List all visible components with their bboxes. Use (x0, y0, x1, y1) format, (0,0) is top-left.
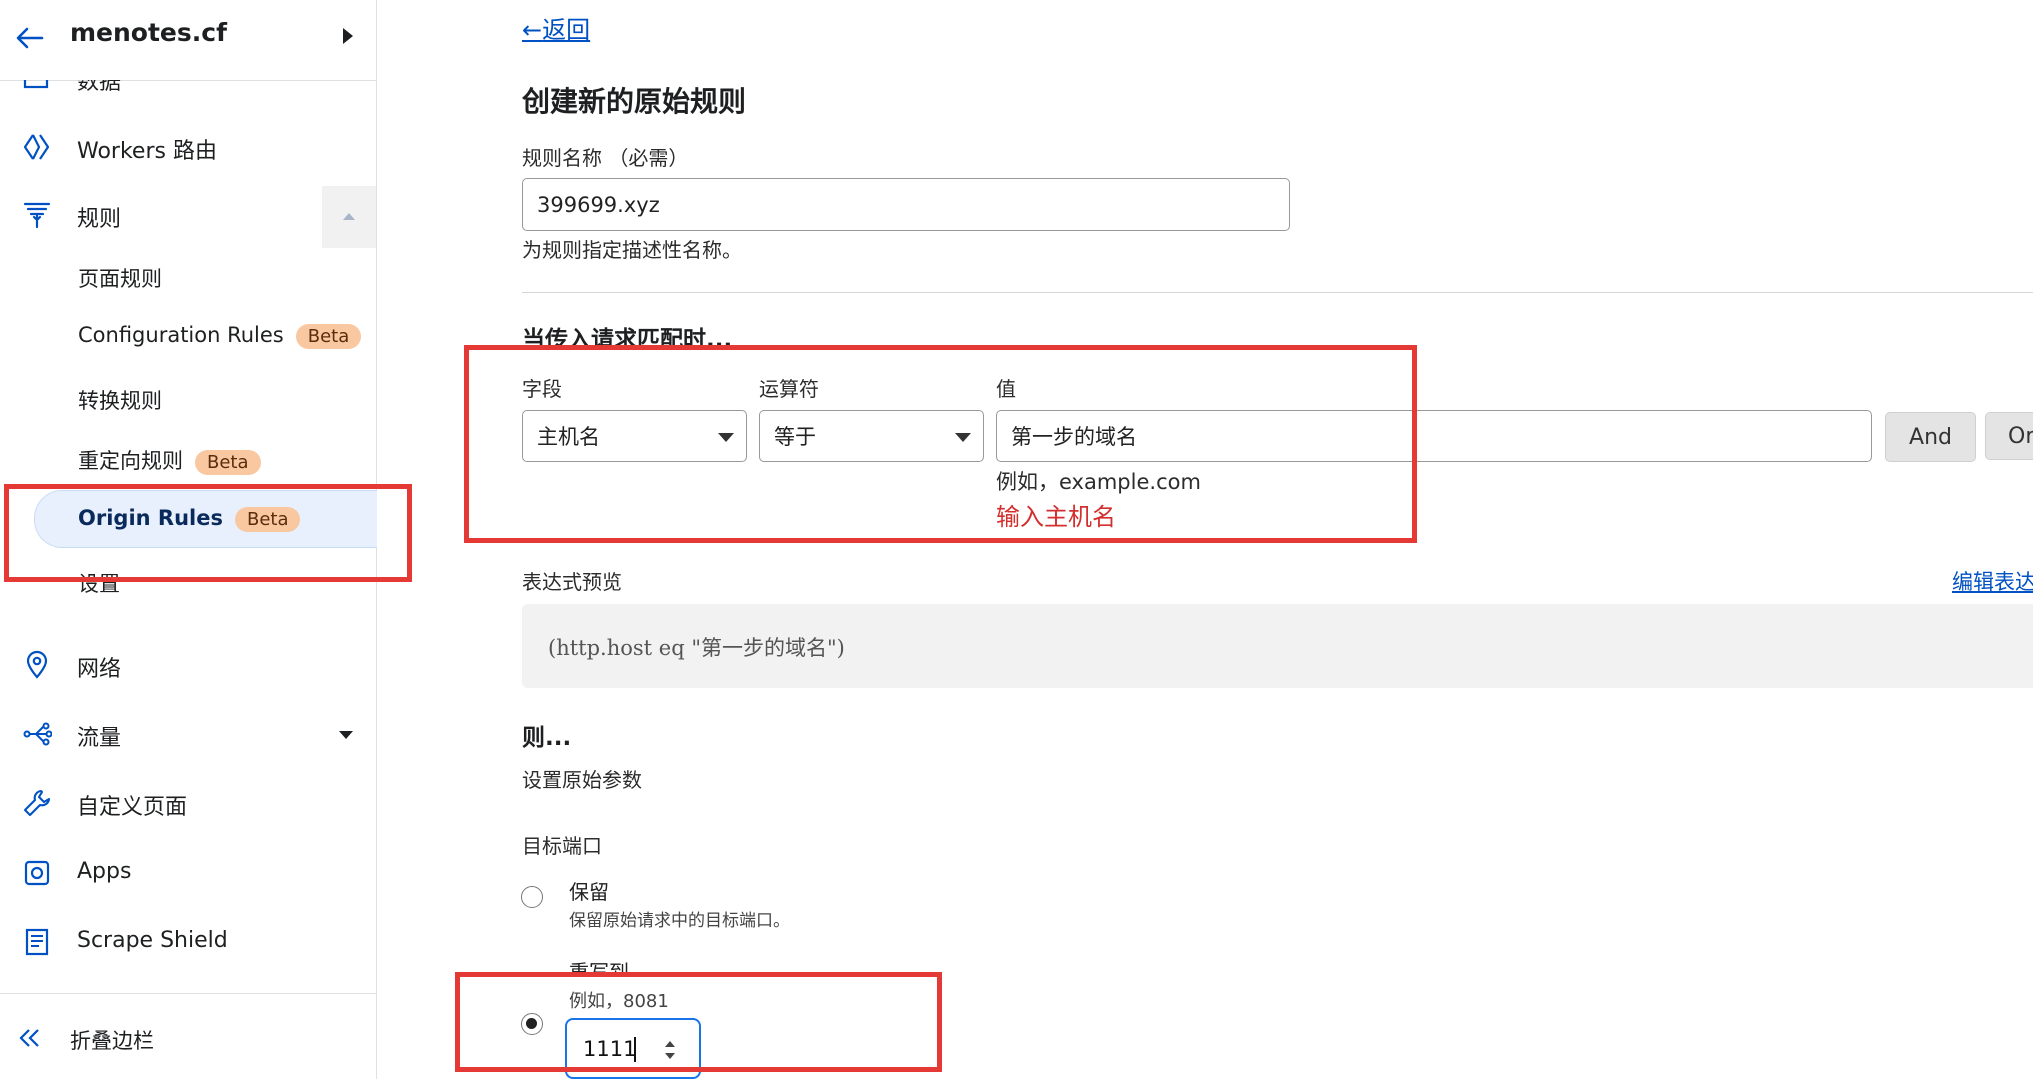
sidebar-subitem-label: 重定向规则 (78, 449, 183, 473)
edit-expression-link[interactable]: 编辑表达式 (1952, 566, 2033, 596)
rewrite-port-title: 重写到 (569, 960, 629, 972)
sidebar-subitem-page-rules[interactable]: 页面规则 (0, 249, 376, 305)
sidebar-item-network[interactable]: 网络 (0, 636, 376, 694)
sidebar-item-scrape-shield[interactable]: Scrape Shield (0, 913, 376, 971)
sidebar-subitem-label-wrap: 重定向规则 Beta (78, 445, 261, 475)
then-subheading: 设置原始参数 (522, 768, 642, 792)
or-button[interactable]: Or (1985, 412, 2033, 460)
sidebar-divider (0, 993, 376, 994)
expression-preview-label: 表达式预览 (522, 570, 622, 594)
document-icon (25, 928, 49, 956)
and-button[interactable]: And (1885, 412, 1976, 462)
sidebar-item-traffic[interactable]: 流量 (0, 705, 376, 763)
sidebar-item-label: 流量 (77, 726, 122, 751)
back-link-label: 返回 (542, 16, 591, 44)
rewrite-port-title-wrap: 重写到 (569, 956, 709, 972)
annotation-box-origin-rules (4, 484, 412, 582)
sidebar-subitem-redirect-rules[interactable]: 重定向规则 Beta (0, 431, 376, 487)
sidebar-item-workers-routes[interactable]: Workers 路由 (0, 118, 376, 176)
sidebar-subitem-label-wrap: Configuration Rules Beta (78, 323, 362, 349)
sidebar-item-rules[interactable]: 规则 (0, 186, 376, 248)
chevron-up-icon (343, 213, 355, 220)
rules-filter-icon (23, 202, 51, 229)
section-divider (522, 292, 2033, 293)
wrench-icon (23, 789, 51, 817)
preserve-port-description: 保留原始请求中的目标端口。 (569, 911, 790, 931)
sidebar-subitem-label: Configuration Rules (78, 323, 284, 347)
chevron-right-icon[interactable] (340, 26, 356, 46)
preserve-port-radio[interactable] (521, 886, 543, 908)
sidebar-item-label: Workers 路由 (77, 139, 217, 164)
sidebar-subitem-label: 转换规则 (78, 389, 162, 413)
zone-domain: menotes.cf (70, 18, 227, 47)
sidebar-item-label: 自定义页面 (77, 795, 188, 820)
sidebar-item-label: 网络 (77, 657, 122, 682)
expression-code: (http.host eq "第一步的域名") (548, 636, 845, 660)
collapse-sidebar-button[interactable]: 折叠边栏 (0, 1010, 376, 1068)
rule-name-input[interactable]: 399699.xyz (522, 178, 1290, 231)
rule-name-help: 为规则指定描述性名称。 (522, 238, 742, 262)
location-pin-icon (26, 650, 48, 679)
expression-preview-box: (http.host eq "第一步的域名") (522, 604, 2033, 688)
sidebar-item-partial[interactable]: 数据 (0, 80, 376, 92)
back-link-text: ←返回 (522, 16, 591, 44)
back-arrow-icon[interactable] (14, 22, 46, 54)
rule-name-label: 规则名称 （必需） (522, 146, 689, 170)
rule-name-value: 399699.xyz (537, 192, 660, 217)
sidebar-item-label: 规则 (77, 207, 122, 232)
sidebar-item-partial-label: 数据 (77, 80, 121, 92)
double-chevron-left-icon (19, 1029, 39, 1047)
sidebar-item-apps[interactable]: Apps (0, 844, 376, 902)
traffic-icon (23, 722, 52, 746)
destination-port-label: 目标端口 (522, 834, 602, 858)
beta-badge: Beta (195, 450, 261, 475)
apps-icon (24, 860, 50, 886)
collapse-sidebar-label: 折叠边栏 (70, 1029, 154, 1053)
chevron-down-icon[interactable] (338, 730, 354, 740)
annotation-box-match (464, 345, 1417, 543)
back-link[interactable]: ←返回 (522, 10, 590, 45)
sidebar-item-label: Apps (77, 859, 132, 884)
workers-icon (23, 134, 50, 160)
sidebar-item-label: Scrape Shield (77, 928, 228, 953)
then-heading: 则... (522, 725, 572, 751)
page-title: 创建新的原始规则 (522, 85, 747, 118)
sidebar-subitem-label: 页面规则 (78, 267, 162, 291)
analytics-icon (22, 80, 50, 90)
beta-badge: Beta (295, 324, 362, 349)
preserve-port-title: 保留 (569, 880, 609, 904)
sidebar-subitem-transform-rules[interactable]: 转换规则 (0, 371, 376, 427)
annotation-box-rewrite-port (455, 972, 942, 1072)
sidebar-item-custom-pages[interactable]: 自定义页面 (0, 774, 376, 832)
sidebar-subitem-configuration-rules[interactable]: Configuration Rules Beta (0, 309, 376, 365)
collapse-rules-toggle[interactable] (322, 186, 376, 248)
edit-expression-label: 编辑表达式 (1952, 570, 2033, 594)
sidebar-header: menotes.cf (0, 0, 376, 81)
